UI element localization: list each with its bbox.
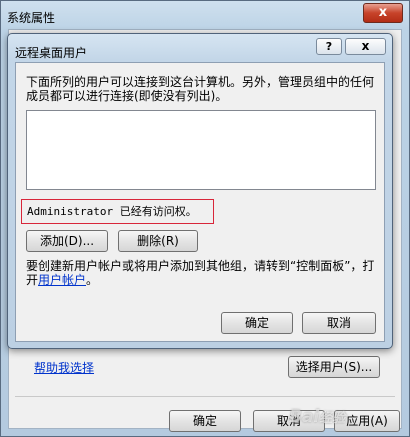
window-title: 系统属性 — [7, 11, 56, 25]
description-text: 下面所列的用户可以连接到这台计算机。另外，管理员组中的任何成员都可以进行连接(即… — [26, 75, 375, 103]
remove-user-button[interactable]: 删除(R) — [118, 230, 198, 252]
help-me-choose-link[interactable]: 帮助我选择 — [34, 359, 94, 376]
dialog-body: 下面所列的用户可以连接到这台计算机。另外，管理员组中的任何成员都可以进行连接(即… — [15, 62, 385, 342]
dialog-title: 远程桌面用户 — [15, 46, 88, 60]
ok-button[interactable]: 确定 — [169, 410, 241, 432]
info-suffix: 。 — [86, 273, 99, 287]
system-properties-window: 系统属性 x 帮助我选择 选择用户(S)... 确定 取消 应用(A) Bai经… — [0, 0, 410, 437]
window-close-button[interactable]: x — [363, 3, 403, 23]
user-accounts-link[interactable]: 用户帐户 — [38, 273, 86, 287]
help-icon[interactable]: ? — [316, 38, 342, 55]
watermark-logo: Bai经验 — [289, 407, 346, 427]
remote-desktop-users-dialog: 远程桌面用户 ? x 下面所列的用户可以连接到这台计算机。另外，管理员组中的任何… — [7, 33, 393, 349]
dialog-close-button[interactable]: x — [345, 38, 386, 55]
dialog-cancel-button[interactable]: 取消 — [302, 312, 376, 334]
dialog-ok-button[interactable]: 确定 — [221, 312, 293, 334]
select-users-button[interactable]: 选择用户(S)... — [288, 356, 380, 378]
user-list[interactable] — [26, 110, 376, 190]
add-user-button[interactable]: 添加(D)... — [26, 230, 108, 252]
info-text: 要创建新用户帐户或将用户添加到其他组，请转到“控制面板”，打开用户帐户。 — [26, 259, 386, 287]
access-note: Administrator 已经有访问权。 — [21, 199, 214, 224]
divider — [15, 396, 395, 397]
